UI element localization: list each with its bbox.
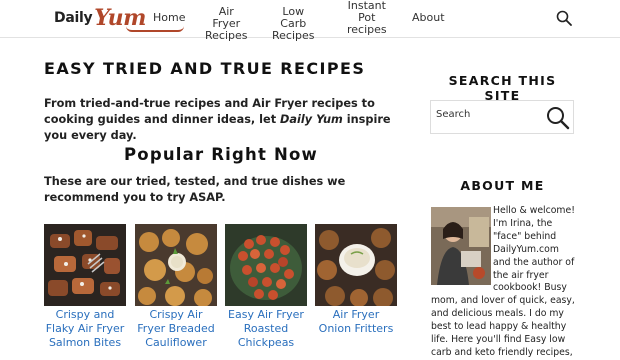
recipe-caption[interactable]: Crispy Air Fryer Breaded Cauliflower [135, 308, 217, 350]
intro-text: From tried-and-true recipes and Air Frye… [44, 97, 391, 142]
popular-subtext: These are our tried, tested, and true di… [44, 175, 346, 204]
recipe-thumbnail[interactable] [225, 224, 307, 306]
recipe-caption[interactable]: Crispy and Flaky Air Fryer Salmon Bites [44, 308, 126, 350]
search-icon[interactable] [556, 10, 572, 26]
recipe-card-onion-fritters[interactable]: Air Fryer Onion Fritters [315, 224, 397, 336]
nav-item-air-fryer-recipes[interactable]: Air Fryer Recipes [205, 6, 248, 42]
sidebar-search-title: SEARCH THIS SITE [448, 73, 557, 103]
recipe-card-salmon-bites[interactable]: Crispy and Flaky Air Fryer Salmon Bites [44, 224, 126, 350]
sidebar-about-title: ABOUT ME [460, 178, 545, 193]
recipe-caption[interactable]: Easy Air Fryer Roasted Chickpeas [225, 308, 307, 350]
recipe-thumbnail[interactable] [315, 224, 397, 306]
sidebar-search-button-icon[interactable] [546, 106, 570, 130]
nav-item-about[interactable]: About [412, 12, 445, 24]
popular-heading: Popular Right Now [124, 145, 318, 164]
recipe-card-roasted-chickpeas[interactable]: Easy Air Fryer Roasted Chickpeas [225, 224, 307, 350]
about-me-text: Hello & welcome! I'm Irina, the "face" b… [431, 205, 575, 358]
recipe-thumbnail[interactable] [135, 224, 217, 306]
sidebar-search-input[interactable] [436, 109, 536, 120]
intro-brand: Daily Yum [280, 113, 343, 126]
site-header: Daily Yum Home Air Fryer Recipes Low Car… [0, 0, 620, 42]
nav-item-home[interactable]: Home [153, 12, 185, 24]
logo-word-daily: Daily [54, 9, 93, 26]
recipe-caption[interactable]: Air Fryer Onion Fritters [315, 308, 397, 336]
sidebar-search-form [430, 100, 574, 134]
recipe-thumbnail[interactable] [44, 224, 126, 306]
recipe-card-breaded-cauliflower[interactable]: Crispy Air Fryer Breaded Cauliflower [135, 224, 217, 350]
logo-swoosh [126, 26, 184, 32]
nav-item-instant-pot-recipes[interactable]: Instant Pot recipes [347, 0, 387, 36]
nav-item-low-carb-recipes[interactable]: Low Carb Recipes [272, 6, 315, 42]
site-logo[interactable]: Daily Yum [54, 3, 184, 32]
page-title: EASY TRIED AND TRUE RECIPES [44, 59, 366, 78]
